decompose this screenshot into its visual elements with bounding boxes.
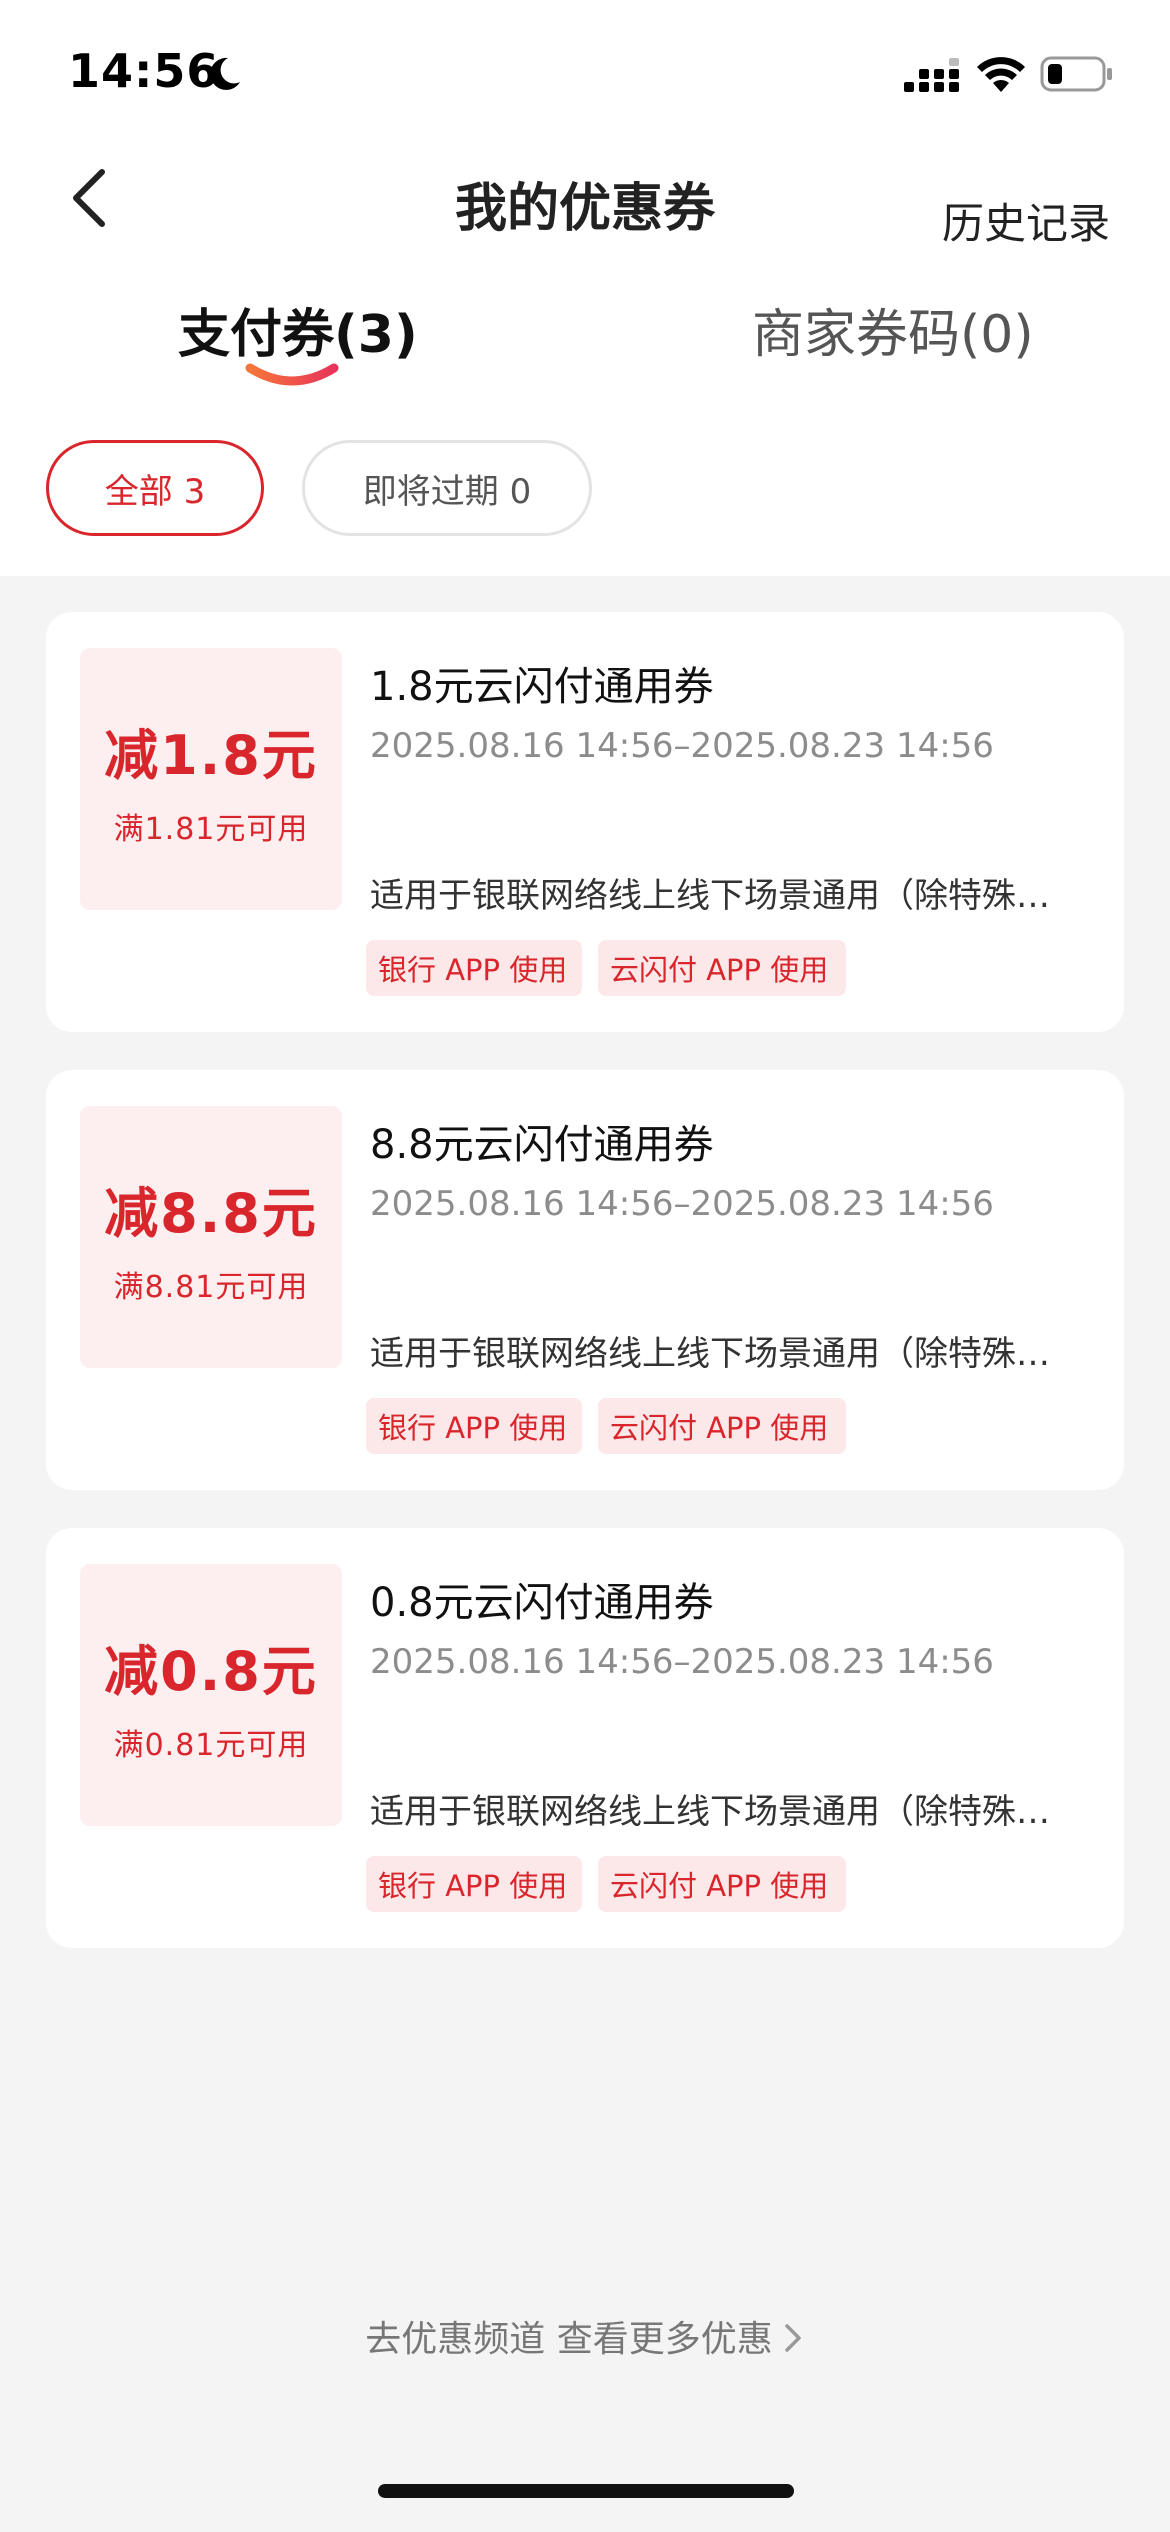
filter-expiring-chip[interactable]: 即将过期 0	[302, 440, 592, 536]
more-offers-link[interactable]: 去优惠频道 查看更多优惠	[0, 2310, 1170, 2362]
history-link[interactable]: 历史记录	[942, 190, 1110, 251]
coupon-amount: 减1.8元	[104, 723, 318, 787]
more-offers-label: 去优惠频道 查看更多优惠	[365, 2319, 773, 2360]
coupon-name: 8.8元云闪付通用券	[370, 1122, 714, 1168]
wifi-icon	[977, 57, 1025, 92]
status-time: 14:56	[68, 44, 220, 98]
coupon-validity-period: 2025.08.16 14:56–2025.08.23 14:56	[370, 726, 994, 766]
tab-underline-indicator	[245, 363, 339, 386]
coupon-description: 适用于银联网络线上线下场景通用（除特殊…	[370, 876, 1050, 916]
coupon-validity-period: 2025.08.16 14:56–2025.08.23 14:56	[370, 1184, 994, 1224]
coupon-amount: 减8.8元	[104, 1181, 318, 1245]
coupon-name: 0.8元云闪付通用券	[370, 1580, 714, 1626]
home-indicator	[378, 2484, 794, 2498]
coupon-amount-box: 减0.8元 满0.81元可用	[80, 1564, 342, 1826]
coupon-card[interactable]: 减8.8元 满8.81元可用 8.8元云闪付通用券 2025.08.16 14:…	[46, 1070, 1124, 1490]
coupon-description: 适用于银联网络线上线下场景通用（除特殊…	[370, 1334, 1050, 1374]
chevron-right-icon	[784, 2324, 801, 2352]
coupon-condition: 满0.81元可用	[113, 1727, 309, 1763]
tag-cloud-quickpass-app: 云闪付 APP 使用	[598, 940, 846, 996]
filter-all-chip[interactable]: 全部 3	[46, 440, 264, 536]
coupon-name: 1.8元云闪付通用券	[370, 664, 714, 710]
coupon-amount: 减0.8元	[104, 1639, 318, 1703]
tag-bank-app: 银行 APP 使用	[366, 1398, 582, 1454]
signal-icon	[904, 58, 959, 92]
tag-bank-app: 银行 APP 使用	[366, 1856, 582, 1912]
coupon-amount-box: 减8.8元 满8.81元可用	[80, 1106, 342, 1368]
coupon-amount-box: 减1.8元 满1.81元可用	[80, 648, 342, 910]
tag-cloud-quickpass-app: 云闪付 APP 使用	[598, 1856, 846, 1912]
coupon-condition: 满8.81元可用	[113, 1269, 309, 1305]
tab-payment-coupons[interactable]: 支付券(3)	[178, 292, 418, 367]
tag-bank-app: 银行 APP 使用	[366, 940, 582, 996]
tab-merchant-codes[interactable]: 商家券码(0)	[752, 292, 1034, 367]
tag-cloud-quickpass-app: 云闪付 APP 使用	[598, 1398, 846, 1454]
coupon-condition: 满1.81元可用	[113, 811, 309, 847]
coupon-card[interactable]: 减1.8元 满1.81元可用 1.8元云闪付通用券 2025.08.16 14:…	[46, 612, 1124, 1032]
coupon-validity-period: 2025.08.16 14:56–2025.08.23 14:56	[370, 1642, 994, 1682]
coupon-card[interactable]: 减0.8元 满0.81元可用 0.8元云闪付通用券 2025.08.16 14:…	[46, 1528, 1124, 1948]
moon-icon	[210, 57, 240, 90]
battery-icon	[1040, 56, 1112, 92]
coupon-description: 适用于银联网络线上线下场景通用（除特殊…	[370, 1792, 1050, 1832]
